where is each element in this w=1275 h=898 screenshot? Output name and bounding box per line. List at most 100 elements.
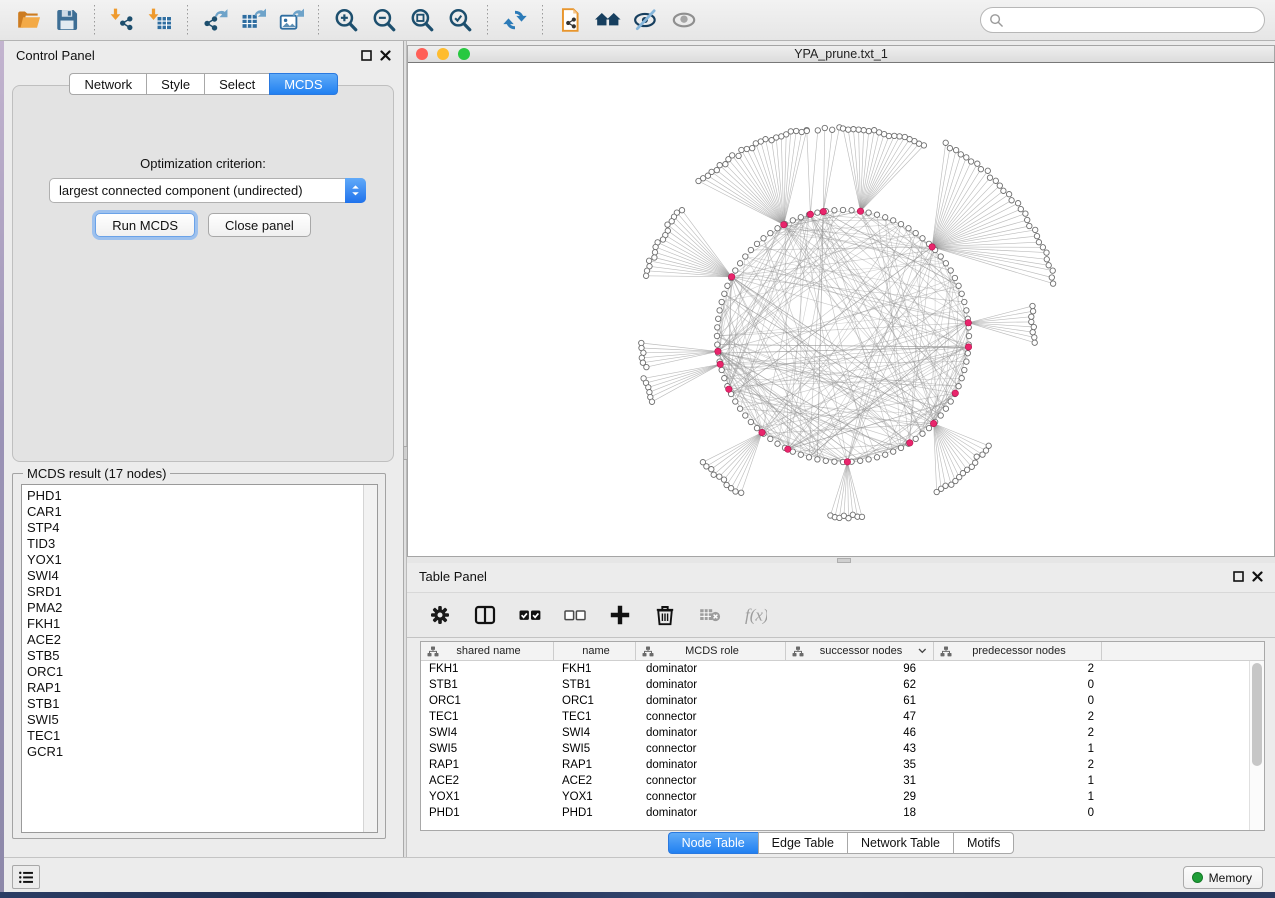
save-session-button[interactable] [50, 4, 84, 36]
search-input[interactable] [1009, 10, 1256, 30]
float-panel-button[interactable] [1233, 571, 1244, 582]
hide-selected-button[interactable] [629, 4, 663, 36]
column-header-successor-nodes[interactable]: successor nodes [786, 642, 934, 660]
tab-motifs[interactable]: Motifs [953, 832, 1014, 854]
table-row-STB1[interactable]: STB1STB1dominator620 [421, 677, 1264, 693]
table-scrollbar[interactable] [1249, 661, 1264, 830]
mcds-result-item[interactable]: STB1 [27, 696, 377, 712]
table-row-PHD1[interactable]: PHD1PHD1dominator180 [421, 805, 1264, 821]
cell: dominator [636, 677, 786, 693]
column-header-predecessor-nodes[interactable]: predecessor nodes [934, 642, 1102, 660]
delete-column-button[interactable] [650, 600, 680, 630]
toolbar-separator [94, 5, 95, 35]
close-panel-button[interactable] [1252, 571, 1263, 582]
control-panel-tabs: NetworkStyleSelectMCDS [4, 73, 403, 95]
column-header-shared-name[interactable]: shared name [421, 642, 554, 660]
zoom-out-button[interactable] [367, 4, 401, 36]
function-builder-button[interactable]: f(x) [740, 600, 770, 630]
mcds-result-item[interactable]: CAR1 [27, 504, 377, 520]
mcds-result-item[interactable]: YOX1 [27, 552, 377, 568]
network-canvas[interactable] [408, 64, 1274, 556]
zoom-in-button[interactable] [329, 4, 363, 36]
mcds-result-item[interactable]: PMA2 [27, 600, 377, 616]
mcds-result-item[interactable]: SWI5 [27, 712, 377, 728]
network-window-title: YPA_prune.txt_1 [408, 47, 1274, 61]
column-header-MCDS-role[interactable]: MCDS role [636, 642, 786, 660]
cell: ORC1 [421, 693, 554, 709]
cell [1102, 677, 1264, 693]
table-row-ACE2[interactable]: ACE2ACE2connector311 [421, 773, 1264, 789]
table-row-TEC1[interactable]: TEC1TEC1connector472 [421, 709, 1264, 725]
search-icon [989, 13, 1004, 28]
node-table[interactable]: shared namenameMCDS rolesuccessor nodesp… [420, 641, 1265, 831]
mcds-result-list[interactable]: PHD1CAR1STP4TID3YOX1SWI4SRD1PMA2FKH1ACE2… [21, 484, 378, 833]
mcds-result-item[interactable]: STP4 [27, 520, 377, 536]
table-row-RAP1[interactable]: RAP1RAP1dominator352 [421, 757, 1264, 773]
tab-node-table[interactable]: Node Table [668, 832, 758, 854]
mcds-result-item[interactable]: ACE2 [27, 632, 377, 648]
refresh-view-button[interactable] [498, 4, 532, 36]
memory-button[interactable]: Memory [1183, 866, 1263, 889]
cell [1102, 805, 1264, 821]
split-panel-button[interactable] [470, 600, 500, 630]
add-column-button[interactable] [605, 600, 635, 630]
close-mcds-panel-button[interactable]: Close panel [208, 213, 311, 237]
cell: 2 [934, 725, 1102, 741]
open-file-button[interactable] [12, 4, 46, 36]
tab-network[interactable]: Network [69, 73, 146, 95]
cell: SWI5 [554, 741, 636, 757]
deselect-all-button[interactable] [560, 600, 590, 630]
delete-table-button[interactable] [695, 600, 725, 630]
run-mcds-button[interactable]: Run MCDS [95, 213, 195, 237]
mcds-list-scrollbar[interactable] [363, 485, 377, 832]
export-network-button[interactable] [198, 4, 232, 36]
cell: ACE2 [421, 773, 554, 789]
tab-network-table[interactable]: Network Table [847, 832, 953, 854]
cell: 1 [934, 773, 1102, 789]
float-panel-button[interactable] [361, 50, 372, 61]
export-table-button[interactable] [236, 4, 270, 36]
mcds-result-item[interactable]: STB5 [27, 648, 377, 664]
mcds-result-item[interactable]: SWI4 [27, 568, 377, 584]
task-history-button[interactable] [12, 865, 40, 889]
import-network-button[interactable] [105, 4, 139, 36]
mcds-result-item[interactable]: TID3 [27, 536, 377, 552]
criterion-dropdown[interactable]: largest connected component (undirected) [49, 178, 366, 203]
clone-network-button[interactable] [553, 4, 587, 36]
mcds-result-item[interactable]: FKH1 [27, 616, 377, 632]
scrollbar-thumb[interactable] [1252, 663, 1262, 766]
table-row-ORC1[interactable]: ORC1ORC1dominator610 [421, 693, 1264, 709]
tab-select[interactable]: Select [204, 73, 269, 95]
import-table-button[interactable] [143, 4, 177, 36]
network-view-window: YPA_prune.txt_1 [407, 45, 1275, 557]
close-panel-button[interactable] [380, 50, 391, 61]
table-settings-button[interactable] [425, 600, 455, 630]
zoom-fit-button[interactable] [405, 4, 439, 36]
tab-mcds[interactable]: MCDS [269, 73, 337, 95]
mcds-result-item[interactable]: ORC1 [27, 664, 377, 680]
mcds-result-item[interactable]: RAP1 [27, 680, 377, 696]
cell: 47 [786, 709, 934, 725]
select-all-button[interactable] [515, 600, 545, 630]
mcds-result-item[interactable]: PHD1 [27, 488, 377, 504]
cell: 0 [934, 693, 1102, 709]
cell: PHD1 [554, 805, 636, 821]
table-row-YOX1[interactable]: YOX1YOX1connector291 [421, 789, 1264, 805]
export-image-button[interactable] [274, 4, 308, 36]
criterion-value: largest connected component (undirected) [50, 183, 345, 198]
first-neighbors-button[interactable] [591, 4, 625, 36]
network-window-titlebar[interactable]: YPA_prune.txt_1 [408, 46, 1274, 63]
table-row-SWI4[interactable]: SWI4SWI4dominator462 [421, 725, 1264, 741]
show-all-button[interactable] [667, 4, 701, 36]
mcds-result-item[interactable]: GCR1 [27, 744, 377, 760]
tab-style[interactable]: Style [146, 73, 204, 95]
zoom-selected-button[interactable] [443, 4, 477, 36]
table-row-SWI5[interactable]: SWI5SWI5connector431 [421, 741, 1264, 757]
tab-edge-table[interactable]: Edge Table [758, 832, 847, 854]
search-box[interactable] [980, 7, 1265, 33]
column-header-name[interactable]: name [554, 642, 636, 660]
table-settings-icon [428, 603, 452, 627]
table-row-FKH1[interactable]: FKH1FKH1dominator962 [421, 661, 1264, 677]
mcds-result-item[interactable]: TEC1 [27, 728, 377, 744]
mcds-result-item[interactable]: SRD1 [27, 584, 377, 600]
